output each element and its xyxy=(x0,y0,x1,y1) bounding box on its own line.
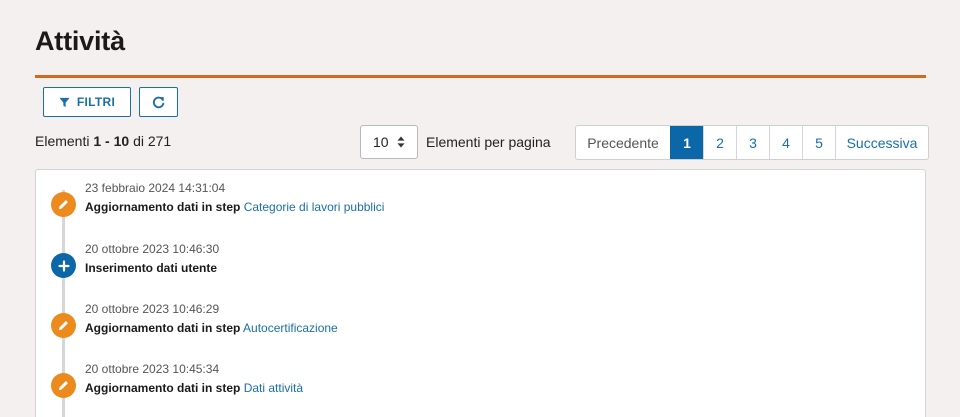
per-page-select[interactable]: 10 xyxy=(360,125,418,159)
page-title: Attività xyxy=(35,26,125,56)
pencil-icon xyxy=(51,373,76,398)
items-count: Elementi 1 - 10 di 271 xyxy=(35,133,171,149)
count-of: di xyxy=(133,133,144,149)
entry-text: Aggiornamento dati in step Autocertifica… xyxy=(85,321,338,335)
pagination-next[interactable]: Successiva xyxy=(835,126,928,159)
entry-label: Aggiornamento dati in step xyxy=(85,200,241,214)
entry-label: Aggiornamento dati in step xyxy=(85,321,241,335)
pagination-page-2[interactable]: 2 xyxy=(703,126,736,159)
entry-text: Inserimento dati utente xyxy=(85,261,217,275)
per-page-value: 10 xyxy=(373,134,389,150)
entry-date: 23 febbraio 2024 14:31:04 xyxy=(85,181,226,195)
count-prefix: Elementi xyxy=(35,133,90,149)
plus-icon xyxy=(51,253,76,278)
filters-button[interactable]: FILTRI xyxy=(43,87,131,117)
entry-text: Aggiornamento dati in step Categorie di … xyxy=(85,200,384,214)
activity-timeline: 23 febbraio 2024 14:31:04 Aggiornamento … xyxy=(35,169,926,417)
entry-date: 20 ottobre 2023 10:45:34 xyxy=(85,362,220,376)
entry-link[interactable]: Dati attività xyxy=(244,381,303,395)
entry-label: Aggiornamento dati in step xyxy=(85,381,241,395)
pagination-page-5[interactable]: 5 xyxy=(802,126,835,159)
pencil-icon xyxy=(51,313,76,338)
entry-text: Aggiornamento dati in step Dati attività xyxy=(85,381,303,395)
pagination-page-3[interactable]: 3 xyxy=(736,126,769,159)
entry-date: 20 ottobre 2023 10:46:29 xyxy=(85,302,220,316)
sort-arrows-icon xyxy=(397,136,405,148)
per-page-label: Elementi per pagina xyxy=(426,134,551,150)
pagination-page-4[interactable]: 4 xyxy=(769,126,802,159)
refresh-button[interactable] xyxy=(139,87,178,117)
entry-date: 20 ottobre 2023 10:46:30 xyxy=(85,242,220,256)
entry-label: Inserimento dati utente xyxy=(85,261,218,275)
pencil-icon xyxy=(51,192,76,217)
count-total: 271 xyxy=(147,133,172,149)
pagination: Precedente 1 2 3 4 5 Successiva xyxy=(575,125,929,160)
filters-button-label: FILTRI xyxy=(76,95,116,109)
entry-link[interactable]: Categorie di lavori pubblici xyxy=(244,200,385,214)
count-range: 1 - 10 xyxy=(93,133,130,149)
title-divider xyxy=(35,75,926,78)
entry-link[interactable]: Autocertificazione xyxy=(243,321,338,335)
pagination-prev[interactable]: Precedente xyxy=(576,126,670,159)
refresh-icon xyxy=(152,96,165,108)
funnel-icon xyxy=(59,97,70,107)
pagination-page-1[interactable]: 1 xyxy=(670,126,703,159)
